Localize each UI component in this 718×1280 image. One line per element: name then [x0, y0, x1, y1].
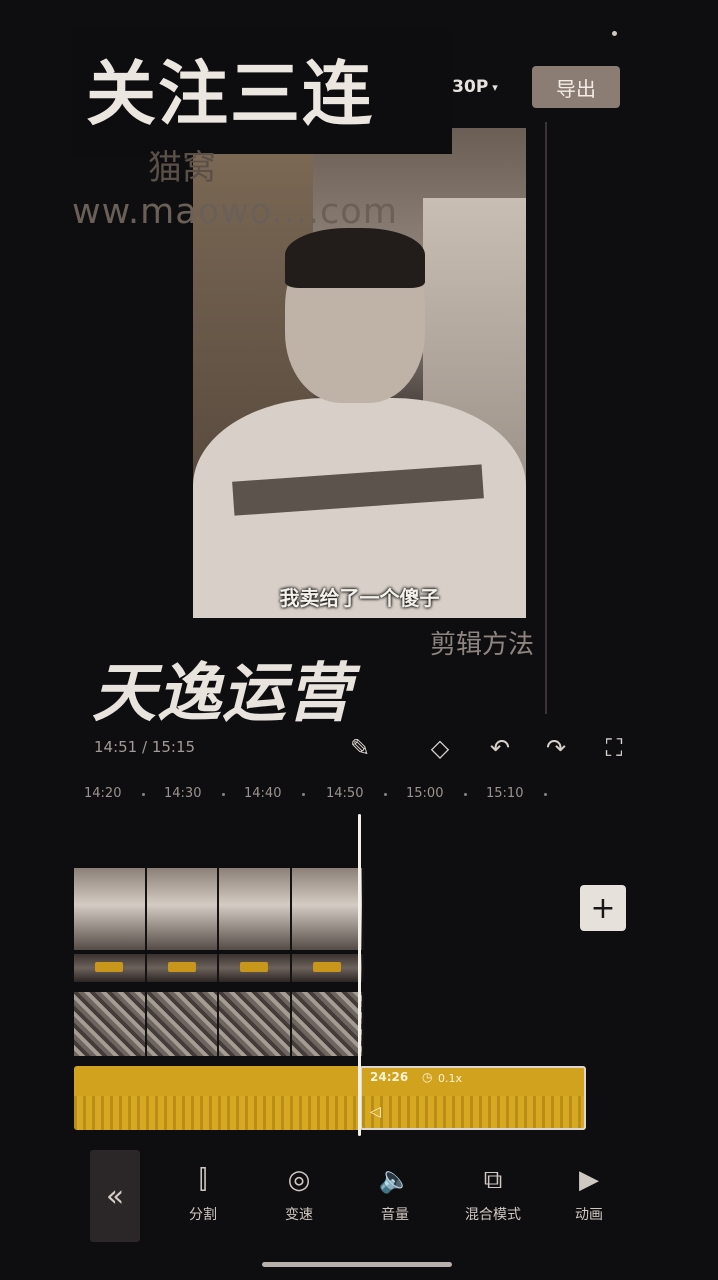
preview-person-hair — [285, 228, 425, 288]
redo-icon[interactable]: ↷ — [540, 732, 572, 764]
clip-thumbnail — [291, 992, 364, 1056]
edit-icon[interactable]: ✎ — [344, 732, 376, 764]
clip-thumbnail — [146, 992, 219, 1056]
speed-button[interactable]: ◎ 变速 — [264, 1160, 334, 1224]
clip-thumbnail — [74, 868, 147, 950]
clip-thumbnail — [146, 954, 219, 982]
undo-icon[interactable]: ↶ — [484, 732, 516, 764]
ruler-dot — [302, 793, 305, 796]
volume-label: 音量 — [381, 1207, 409, 1223]
ruler-dot — [384, 793, 387, 796]
ruler-tick: 14:50 — [326, 786, 364, 801]
keyframe-icon[interactable]: ◇ — [424, 732, 456, 764]
watermark-line-2: ww.maowo....com — [72, 192, 398, 232]
audio-clip[interactable]: 24:26 ◷ 0.1x ◁ — [74, 1066, 586, 1130]
watermark-line-1: 猫窝 — [148, 148, 216, 188]
blend-mode-button[interactable]: ⧉ 混合模式 — [458, 1160, 528, 1224]
speaker-icon: 🔈 — [378, 1165, 412, 1195]
ruler-dot — [222, 793, 225, 796]
bottom-overlay-text: 天逸运营 — [92, 657, 352, 731]
speed-label: 变速 — [285, 1207, 313, 1223]
blend-mode-label: 混合模式 — [465, 1207, 521, 1223]
timeline-ruler[interactable]: 14:20 14:30 14:40 14:50 15:00 15:10 — [84, 786, 604, 806]
split-icon: ⫿ — [198, 1164, 208, 1195]
audio-duration: 24:26 — [370, 1070, 409, 1084]
resolution-label: 30P — [452, 77, 489, 97]
time-readout: 14:51 / 15:15 — [94, 738, 196, 756]
speedometer-icon: ◎ — [287, 1165, 311, 1195]
clip-thumbnail — [219, 992, 292, 1056]
split-label: 分割 — [189, 1207, 217, 1223]
video-subtitle: 我卖给了一个傻子 — [279, 586, 440, 610]
ruler-dot — [142, 793, 145, 796]
fullscreen-icon[interactable]: ⛶ — [598, 732, 630, 764]
blend-mode-icon: ⧉ — [483, 1164, 503, 1195]
clip-thumbnail — [219, 868, 292, 950]
ruler-dot — [544, 793, 547, 796]
add-clip-button[interactable]: + — [580, 885, 626, 931]
clip-thumbnail — [291, 954, 364, 982]
video-clip-overlay[interactable] — [74, 954, 364, 982]
ruler-tick: 14:30 — [164, 786, 202, 801]
status-dot — [612, 31, 617, 36]
ruler-dot — [464, 793, 467, 796]
ruler-tick: 15:10 — [486, 786, 524, 801]
clip-thumbnail — [291, 868, 364, 950]
ruler-tick: 14:40 — [244, 786, 282, 801]
video-clip-main[interactable] — [74, 868, 364, 950]
export-button[interactable]: 导出 — [532, 66, 620, 108]
clip-thumbnail — [74, 992, 147, 1056]
volume-icon: ◁ — [370, 1104, 381, 1120]
speed-icon: ◷ — [422, 1070, 433, 1084]
play-box-icon: ▶ — [579, 1165, 599, 1195]
collapse-toolbar-button[interactable]: « — [90, 1150, 140, 1242]
clip-thumbnail — [146, 868, 219, 950]
clip-thumbnail — [74, 954, 147, 982]
playhead[interactable] — [358, 814, 361, 1136]
video-clip-texture[interactable] — [74, 992, 364, 1056]
split-button[interactable]: ⫿ 分割 — [168, 1160, 238, 1224]
animation-label: 动画 — [575, 1207, 603, 1223]
top-overlay-text: 关注三连 — [86, 53, 374, 135]
ruler-tick: 15:00 — [406, 786, 444, 801]
clip-thumbnail — [219, 954, 292, 982]
animation-button[interactable]: ▶ 动画 — [554, 1160, 624, 1224]
home-indicator[interactable] — [262, 1262, 452, 1267]
side-overlay-text: 剪辑方法 — [430, 630, 535, 660]
volume-button[interactable]: 🔈 音量 — [360, 1160, 430, 1224]
ruler-tick: 14:20 — [84, 786, 122, 801]
chevron-down-icon: ▾ — [492, 80, 498, 94]
resolution-dropdown[interactable]: 30P ▾ — [440, 66, 510, 108]
audio-speed: 0.1x — [438, 1072, 463, 1085]
